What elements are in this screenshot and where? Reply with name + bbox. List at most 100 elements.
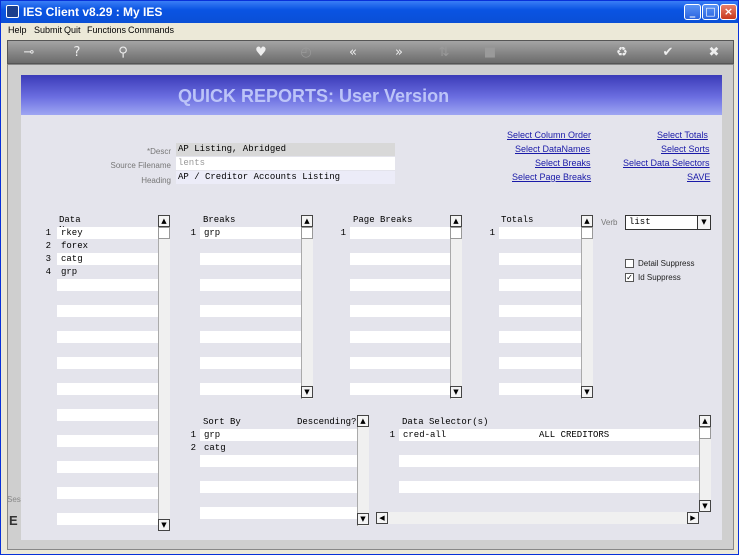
breaks-scrollbar[interactable]: [301, 215, 313, 399]
grid-cell[interactable]: [200, 383, 301, 395]
scroll-down-icon[interactable]: ▼: [450, 386, 462, 398]
grid-cell[interactable]: [200, 292, 301, 304]
grid-cell[interactable]: [499, 266, 581, 278]
grid-cell[interactable]: [57, 435, 158, 447]
grid-cell[interactable]: [499, 253, 581, 265]
history-icon[interactable]: ◴: [297, 44, 315, 61]
select-breaks-link[interactable]: Select Breaks: [535, 158, 591, 168]
descr-field[interactable]: AP Listing, Abridged: [176, 143, 395, 156]
scroll-down-icon[interactable]: ▼: [581, 386, 593, 398]
ok-icon[interactable]: ✔: [659, 44, 677, 61]
grid-cell[interactable]: [200, 455, 357, 467]
grid-cell[interactable]: [200, 266, 301, 278]
grid-cell[interactable]: [350, 227, 450, 239]
scroll-up-icon[interactable]: ▲: [301, 215, 313, 227]
grid-cell[interactable]: [57, 448, 158, 460]
grid-cell[interactable]: [499, 318, 581, 330]
grid-cell[interactable]: [200, 331, 301, 343]
save-link[interactable]: SAVE: [687, 172, 710, 182]
stop-icon[interactable]: ■: [481, 44, 499, 61]
scroll-up-icon[interactable]: ▲: [699, 415, 711, 427]
scroll-thumb[interactable]: [699, 427, 711, 439]
grid-cell[interactable]: [200, 279, 301, 291]
grid-cell[interactable]: [350, 266, 450, 278]
grid-cell[interactable]: [350, 331, 450, 343]
grid-cell[interactable]: [499, 344, 581, 356]
select-column-order-link[interactable]: Select Column Order: [507, 130, 591, 140]
menu-submit[interactable]: Submit: [34, 25, 62, 35]
grid-cell[interactable]: [499, 370, 581, 382]
cancel-icon[interactable]: ✖: [705, 44, 723, 61]
scroll-down-icon[interactable]: ▼: [301, 386, 313, 398]
grid-cell[interactable]: [399, 442, 699, 454]
grid-cell[interactable]: [57, 318, 158, 330]
grid-cell[interactable]: [399, 455, 699, 467]
sort-scrollbar[interactable]: [357, 415, 369, 526]
grid-cell[interactable]: [350, 344, 450, 356]
minimize-button[interactable]: _: [684, 4, 701, 20]
grid-cell[interactable]: [57, 487, 158, 499]
scroll-up-icon[interactable]: ▲: [357, 415, 369, 427]
grid-cell[interactable]: catg: [200, 442, 357, 454]
grid-cell[interactable]: [200, 494, 357, 506]
grid-cell[interactable]: [200, 240, 301, 252]
scroll-down-icon[interactable]: ▼: [158, 519, 170, 531]
menu-functions[interactable]: Functions: [87, 25, 126, 35]
grid-cell[interactable]: [399, 494, 699, 506]
grid-cell[interactable]: [57, 500, 158, 512]
help-icon[interactable]: ?: [68, 44, 86, 61]
back-icon[interactable]: «: [344, 44, 362, 61]
scroll-right-icon[interactable]: ▶: [687, 512, 699, 524]
close-button[interactable]: ×: [720, 4, 737, 20]
grid-cell[interactable]: [350, 240, 450, 252]
grid-cell[interactable]: [499, 383, 581, 395]
key-icon[interactable]: ⊸: [16, 44, 42, 61]
grid-cell[interactable]: [57, 357, 158, 369]
grid-cell[interactable]: [350, 318, 450, 330]
forward-icon[interactable]: »: [390, 44, 408, 61]
grid-cell[interactable]: [200, 253, 301, 265]
recycle-icon[interactable]: ♻: [613, 44, 631, 61]
grid-cell[interactable]: [399, 481, 699, 493]
maximize-button[interactable]: □: [702, 4, 719, 20]
id-suppress-checkbox[interactable]: ✓: [625, 273, 634, 282]
grid-cell[interactable]: [350, 357, 450, 369]
scroll-thumb[interactable]: [581, 227, 593, 239]
verb-select[interactable]: list ▼: [625, 215, 711, 230]
grid-cell[interactable]: [57, 370, 158, 382]
grid-cell[interactable]: [57, 474, 158, 486]
grid-cell[interactable]: [350, 305, 450, 317]
grid-cell[interactable]: rkey: [57, 227, 158, 239]
datanames-scrollbar[interactable]: [158, 215, 170, 531]
grid-cell[interactable]: [350, 253, 450, 265]
grid-cell[interactable]: [350, 279, 450, 291]
grid-cell[interactable]: [57, 513, 158, 525]
grid-cell[interactable]: [200, 468, 357, 480]
grid-cell[interactable]: [499, 240, 581, 252]
selector-hscrollbar[interactable]: [376, 512, 699, 524]
grid-cell[interactable]: [350, 370, 450, 382]
select-data-selectors-link[interactable]: Select Data Selectors: [623, 158, 710, 168]
grid-cell[interactable]: [499, 331, 581, 343]
grid-cell[interactable]: [499, 227, 581, 239]
scroll-thumb[interactable]: [450, 227, 462, 239]
sort-icon[interactable]: ⇅: [435, 44, 453, 61]
select-sorts-link[interactable]: Select Sorts: [661, 144, 710, 154]
source-field[interactable]: lents: [176, 157, 395, 170]
grid-cell[interactable]: [57, 292, 158, 304]
menu-quit[interactable]: Quit: [64, 25, 81, 35]
grid-cell[interactable]: cred-all ALL CREDITORS: [399, 429, 699, 441]
grid-cell[interactable]: catg: [57, 253, 158, 265]
scroll-left-icon[interactable]: ◀: [376, 512, 388, 524]
detail-suppress-checkbox[interactable]: [625, 259, 634, 268]
grid-cell[interactable]: [399, 468, 699, 480]
grid-cell[interactable]: [200, 344, 301, 356]
menu-commands[interactable]: Commands: [128, 25, 174, 35]
scroll-down-icon[interactable]: ▼: [699, 500, 711, 512]
grid-cell[interactable]: [499, 357, 581, 369]
grid-cell[interactable]: [57, 422, 158, 434]
scroll-up-icon[interactable]: ▲: [158, 215, 170, 227]
select-page-breaks-link[interactable]: Select Page Breaks: [512, 172, 591, 182]
totals-scrollbar[interactable]: [581, 215, 593, 399]
chevron-down-icon[interactable]: ▼: [697, 216, 710, 229]
